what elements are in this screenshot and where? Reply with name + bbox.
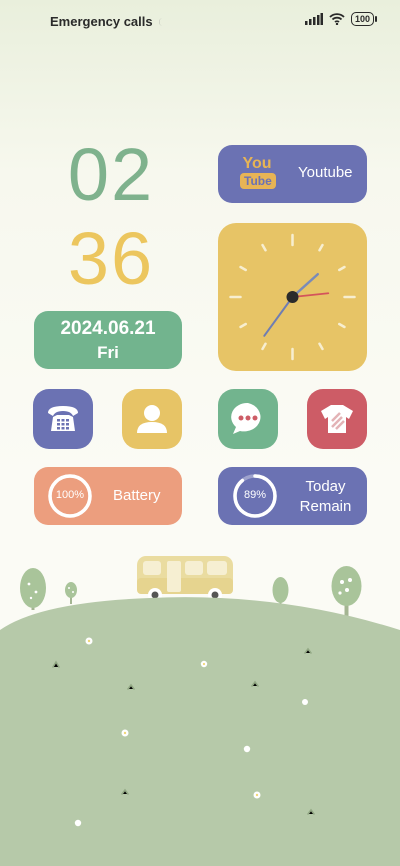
clock-tick	[239, 322, 247, 329]
battery-widget[interactable]: 100% Battery	[34, 467, 182, 525]
messages-icon	[231, 402, 261, 434]
battery-percent: 100%	[55, 489, 85, 501]
clock-center	[286, 291, 299, 303]
landscape-wallpaper	[0, 556, 400, 866]
youtube-icon: You Tube	[240, 155, 276, 190]
date-widget[interactable]: 2024.06.21 Fri	[34, 311, 182, 369]
bus-icon	[137, 556, 233, 602]
phone-app[interactable]	[33, 389, 93, 449]
clock-tick	[261, 243, 267, 252]
clock-hour[interactable]: 02	[56, 132, 166, 217]
youtube-widget[interactable]: You Tube Youtube	[218, 145, 367, 203]
moon-icon	[158, 17, 163, 26]
clock-tick	[261, 342, 267, 351]
remain-label: Remain	[299, 498, 352, 515]
tree-right-icon	[331, 566, 362, 616]
clock-minute[interactable]: 36	[56, 216, 166, 301]
contacts-app[interactable]	[122, 389, 182, 449]
clock-tick	[338, 265, 346, 272]
theme-icon	[321, 405, 353, 433]
signal-icon	[304, 13, 323, 25]
battery-label: Battery	[113, 487, 161, 504]
youtube-label: Youtube	[298, 164, 353, 181]
today-remain-label: Today Remain	[288, 477, 363, 517]
wifi-icon	[329, 13, 345, 25]
analog-clock-widget[interactable]	[218, 223, 367, 371]
tree-left-icon	[20, 568, 46, 610]
contacts-icon	[137, 405, 167, 433]
clock-tick	[318, 243, 324, 252]
today-label: Today	[305, 478, 346, 495]
weekday-text: Fri	[97, 343, 119, 362]
today-remain-widget[interactable]: 89% Today Remain	[218, 467, 367, 525]
status-bar-right: 100	[304, 12, 378, 26]
status-bar-left: Emergency calls	[50, 14, 165, 29]
battery-indicator: 100	[350, 12, 378, 26]
today-percent: 89%	[243, 489, 267, 501]
clock-tick	[318, 342, 324, 351]
tree-small-icon	[65, 582, 77, 604]
phone-icon	[48, 406, 78, 431]
youtube-logo-tube: Tube	[240, 173, 276, 189]
emergency-calls-text: Emergency calls	[50, 14, 153, 29]
youtube-logo-you: You	[242, 155, 272, 172]
clock-tick	[338, 322, 346, 329]
date-text: 2024.06.21	[60, 318, 156, 339]
tree-mid-icon	[272, 577, 289, 606]
clock-face	[229, 233, 356, 361]
messages-app[interactable]	[218, 389, 278, 449]
hill-shape	[0, 597, 400, 866]
themes-app[interactable]	[307, 389, 367, 449]
minute-hand	[263, 296, 294, 337]
clock-tick	[239, 265, 247, 272]
